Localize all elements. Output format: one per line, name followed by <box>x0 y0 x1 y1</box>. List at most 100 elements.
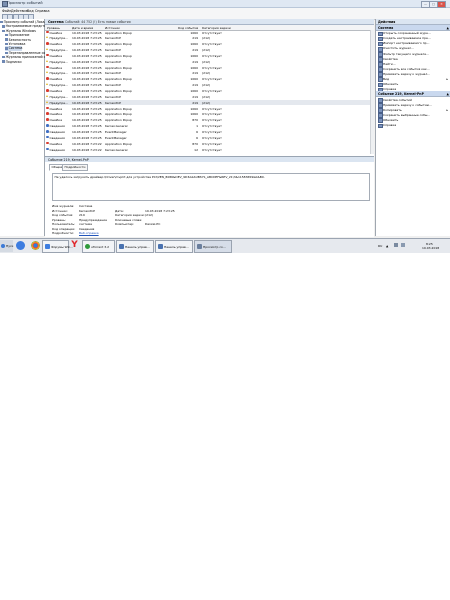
event-row[interactable]: Сведения 19.03.2018 7:23:25 Kernel-General… <box>45 124 374 129</box>
event-row[interactable]: Ошибка 19.03.2018 7:23:25 Application Popu… <box>45 112 374 117</box>
event-message-box[interactable]: Не удалось загрузить драйвер \Driver\mvp… <box>52 173 370 201</box>
cell-level: Сведения <box>49 124 65 129</box>
field-log-name-label: Имя журнала: <box>52 204 75 208</box>
cell-datetime: 19.03.2018 7:23:25 <box>72 42 102 47</box>
event-row[interactable]: Ошибка 19.03.2018 7:23:25 Application Popu… <box>45 53 374 58</box>
action-label: Обновить <box>383 82 399 87</box>
cell-datetime: 19.03.2018 7:23:25 <box>72 112 102 117</box>
cell-code: 1060 <box>190 112 198 117</box>
cell-level: Сведения <box>49 129 65 134</box>
cell-category: (212) <box>202 83 211 88</box>
tray-arrow-icon[interactable]: ▲ <box>386 244 388 248</box>
event-row[interactable]: Ошибка 19.03.2018 7:23:25 Application Popu… <box>45 89 374 94</box>
error-icon <box>46 106 49 110</box>
taskbar-item-control-panel-2[interactable]: Панель управ... <box>155 240 193 253</box>
clock-time[interactable]: 8:25 <box>426 242 433 246</box>
title-bar: Просмотр событий — □ ✕ <box>0 0 450 8</box>
event-row[interactable]: Предупре... 19.03.2018 7:23:25 Kernel-PnP (… <box>45 83 374 88</box>
event-row[interactable]: Ошибка 19.03.2018 7:23:25 Application Popu… <box>45 42 374 47</box>
cell-source: Kernel-General <box>105 147 128 152</box>
cell-category: Отсутствует <box>202 42 222 47</box>
cell-code: 870 <box>192 118 198 123</box>
web-help-link[interactable]: Веб-справка <box>79 231 99 235</box>
field-computer-value: Danzel-PC <box>145 222 161 226</box>
event-row[interactable]: Предупре... 19.03.2018 7:23:25 Kernel-PnP (… <box>45 94 374 99</box>
taskbar-item-control-panel-1[interactable]: Панель управ... <box>116 240 154 253</box>
cell-datetime: 19.03.2018 7:23:25 <box>72 118 102 123</box>
event-row[interactable]: Предупре... 19.03.2018 7:23:25 Kernel-PnP (… <box>45 36 374 41</box>
error-icon <box>46 118 49 121</box>
folder-icon <box>2 25 5 28</box>
navigation-tree: Просмотр событий (Локальный) Настраиваем… <box>0 19 58 236</box>
event-row[interactable]: Ошибка 19.03.2018 7:23:25 Application Popu… <box>45 30 374 35</box>
warning-icon <box>46 71 49 74</box>
yandex-icon[interactable]: Y <box>70 241 79 250</box>
event-message: Не удалось загрузить драйвер \Driver\mvp… <box>54 175 265 180</box>
event-row[interactable]: Сведения 19.03.2018 7:23:25 EventManager От… <box>45 129 374 134</box>
actions-pane: Действия Система ▲ Открыть сохраненный ж… <box>375 19 450 236</box>
event-row[interactable]: Предупре... 19.03.2018 7:23:25 Kernel-PnP (… <box>45 100 374 105</box>
event-row[interactable]: Ошибка 19.03.2018 7:23:25 Application Popu… <box>45 118 374 123</box>
taskbar-item-event-viewer[interactable]: Просмотр со... <box>194 240 232 253</box>
column-task-category[interactable]: Категория задачи <box>202 26 231 30</box>
utorrent-icon <box>84 243 90 249</box>
menu-action[interactable]: Действие <box>11 9 28 13</box>
menu-help[interactable]: Справка <box>35 9 50 13</box>
taskbar-item-utorrent[interactable]: uTorrent 3.2 <box>82 240 115 253</box>
event-row[interactable]: Ошибка 19.03.2018 7:23:25 Application Popu… <box>45 65 374 70</box>
cell-category: (212) <box>202 71 211 76</box>
event-row[interactable]: Ошибка 19.03.2018 7:23:25 Application Popu… <box>45 77 374 82</box>
cell-source: Application Popup <box>105 77 132 82</box>
action-label: Импорт настраиваемого пр... <box>383 41 430 46</box>
explorer-icon[interactable] <box>16 241 25 250</box>
event-row[interactable]: Ошибка 19.03.2018 7:23:22 Application Popu… <box>45 141 374 146</box>
chrome-icon[interactable] <box>31 241 40 250</box>
event-row[interactable]: Ошибка 19.03.2018 7:23:25 Application Popu… <box>45 106 374 111</box>
close-button[interactable]: ✕ <box>437 1 446 8</box>
column-source[interactable]: Источник <box>105 26 120 30</box>
field-event-code-value: 219 <box>79 213 85 217</box>
cell-level: Предупре... <box>49 36 68 41</box>
menu-file[interactable]: Файл <box>2 9 11 13</box>
cell-code: 219 <box>192 59 198 64</box>
cell-level: Предупре... <box>49 71 68 76</box>
cell-code: 1060 <box>190 65 198 70</box>
start-button[interactable]: Пуск <box>0 240 14 252</box>
field-task-category-value: (212) <box>145 213 154 217</box>
column-datetime[interactable]: Дата и время <box>72 26 93 30</box>
cell-code: 6 <box>196 135 198 140</box>
field-level-value: Предупреждение <box>79 217 107 222</box>
network-icon[interactable] <box>394 243 398 247</box>
event-list: Ошибка 19.03.2018 7:23:25 Application Popu… <box>45 30 374 154</box>
column-event-code[interactable]: Код события <box>178 26 198 30</box>
cell-category: Отсутствует <box>202 135 222 140</box>
action-label: Сохранить выбранные собы... <box>383 112 431 117</box>
cell-source: Application Popup <box>105 106 132 111</box>
event-row[interactable]: Сведения 19.03.2018 7:23:22 Kernel-General… <box>45 147 374 152</box>
event-viewer-window: Просмотр событий — □ ✕ Файл Действие Вид… <box>0 0 450 238</box>
taskbar-item-forums[interactable]: Форумы Win... <box>42 240 73 253</box>
clock-date[interactable]: 19.03.2018 <box>422 246 439 250</box>
warning-icon <box>46 48 49 51</box>
language-indicator[interactable]: RU <box>378 244 382 248</box>
tab-details[interactable]: Подробности <box>62 164 88 171</box>
cell-category: Отсутствует <box>202 129 222 134</box>
event-row[interactable]: Предупре... 19.03.2018 7:23:25 Kernel-PnP (… <box>45 48 374 53</box>
event-row[interactable]: Предупре... 19.03.2018 7:23:25 Kernel-PnP (… <box>45 59 374 64</box>
cell-level: Ошибка <box>49 106 63 111</box>
column-level[interactable]: Уровень <box>47 26 60 30</box>
tree-item-subscriptions[interactable]: Подписки <box>2 60 22 64</box>
event-row[interactable]: Предупре... 19.03.2018 7:23:25 Kernel-PnP (… <box>45 71 374 76</box>
warning-icon <box>46 36 49 39</box>
details-title-bar: Событие 219, Kernel-PnP <box>45 157 374 162</box>
field-log-name-value: Система <box>79 204 93 208</box>
action-item[interactable]: Справка <box>376 123 450 129</box>
action-label: Фильтр текущего журнала... <box>383 51 429 56</box>
cell-code: 1060 <box>190 77 198 82</box>
event-row[interactable]: Сведения 19.03.2018 7:23:25 EventManager От… <box>45 135 374 140</box>
cell-category: (212) <box>202 36 211 41</box>
event-list-scrollbar[interactable] <box>370 30 374 154</box>
collapse-arrow-icon: ▲ <box>446 91 449 96</box>
menu-view[interactable]: Вид <box>27 9 34 13</box>
volume-icon[interactable] <box>401 243 405 247</box>
